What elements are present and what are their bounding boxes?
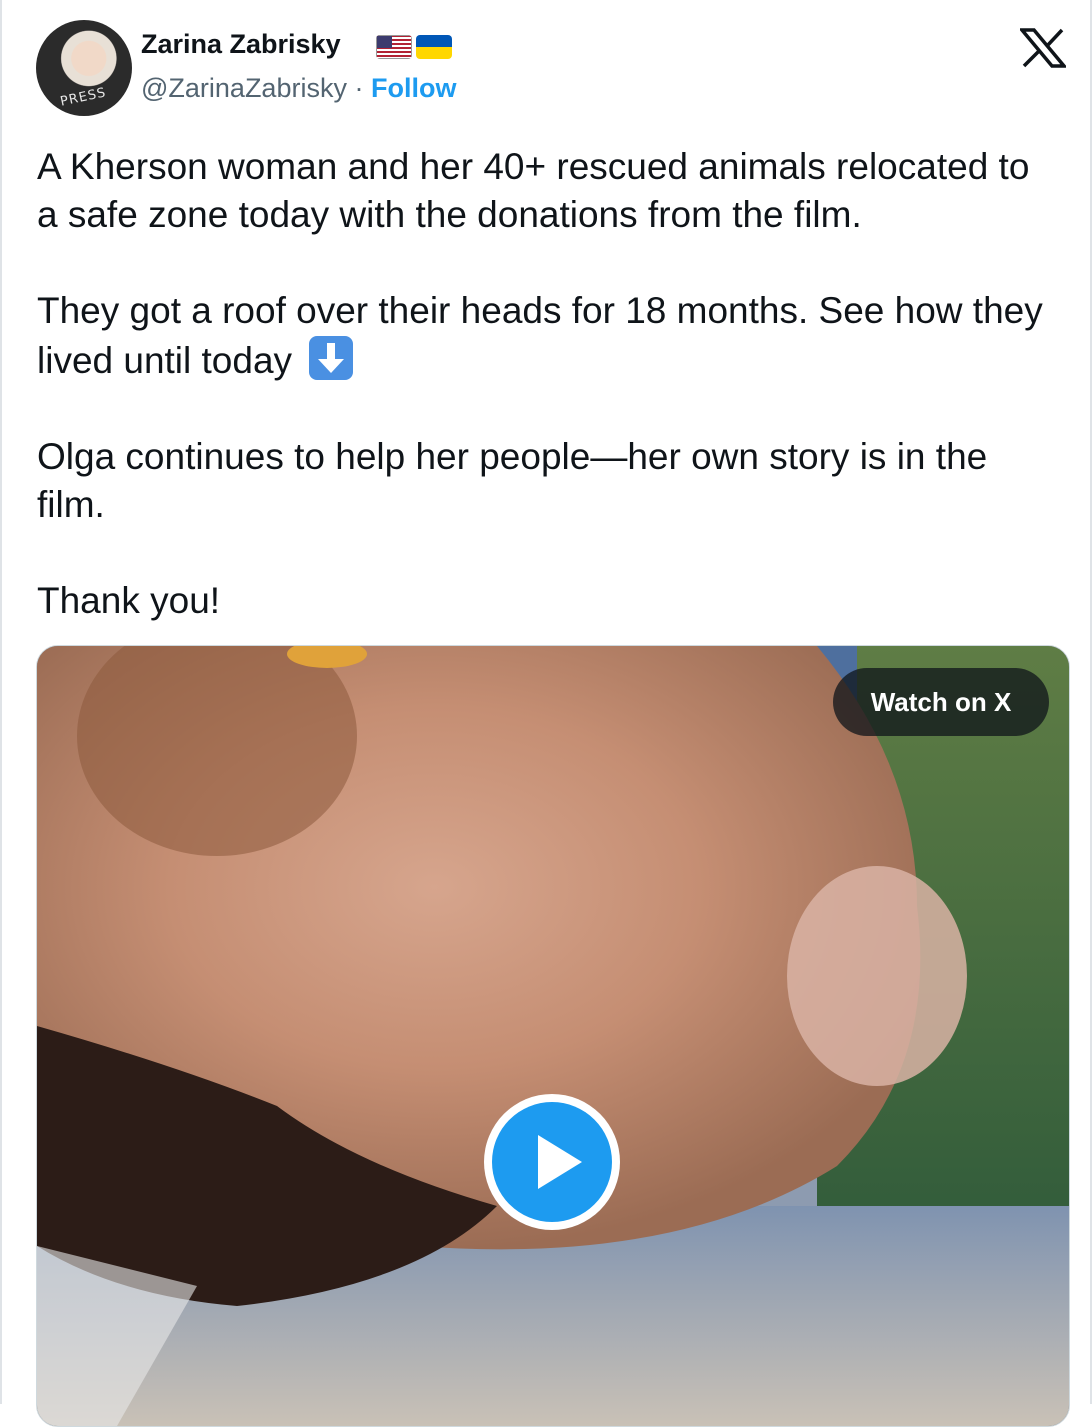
- author-handle[interactable]: @ZarinaZabrisky: [141, 73, 347, 103]
- tweet-paragraph: Olga continues to help her people—her ow…: [37, 436, 988, 525]
- follow-button[interactable]: Follow: [371, 73, 456, 103]
- watch-on-x-button[interactable]: Watch on X: [833, 668, 1049, 736]
- ukraine-flag-icon: [416, 35, 452, 59]
- tweet-paragraph: Thank you!: [37, 580, 221, 621]
- tweet-card: PRESS Zarina Zabrisky @ZarinaZabrisky · …: [0, 0, 1092, 1427]
- video-frame: [37, 646, 1069, 1426]
- play-button[interactable]: [484, 1094, 620, 1230]
- down-arrow-emoji-icon: [309, 336, 354, 380]
- tweet-paragraph: They got a roof over their heads for 18 …: [37, 287, 1057, 385]
- tweet-paragraph-text: They got a roof over their heads for 18 …: [37, 290, 1043, 381]
- x-logo-icon[interactable]: [1020, 28, 1066, 68]
- tweet-paragraph: A Kherson woman and her 40+ rescued anim…: [37, 146, 1030, 235]
- avatar[interactable]: PRESS: [36, 20, 132, 116]
- avatar-text: PRESS: [58, 85, 108, 110]
- handle-row: @ZarinaZabrisky · Follow: [141, 73, 456, 104]
- play-icon: [538, 1135, 582, 1189]
- separator: ·: [354, 73, 364, 103]
- video-thumbnail[interactable]: [36, 645, 1070, 1427]
- author-name[interactable]: Zarina Zabrisky: [141, 29, 341, 60]
- tweet-text: A Kherson woman and her 40+ rescued anim…: [37, 143, 1057, 673]
- us-flag-icon: [376, 35, 412, 59]
- flag-badges: [376, 35, 452, 59]
- play-button-circle: [492, 1102, 612, 1222]
